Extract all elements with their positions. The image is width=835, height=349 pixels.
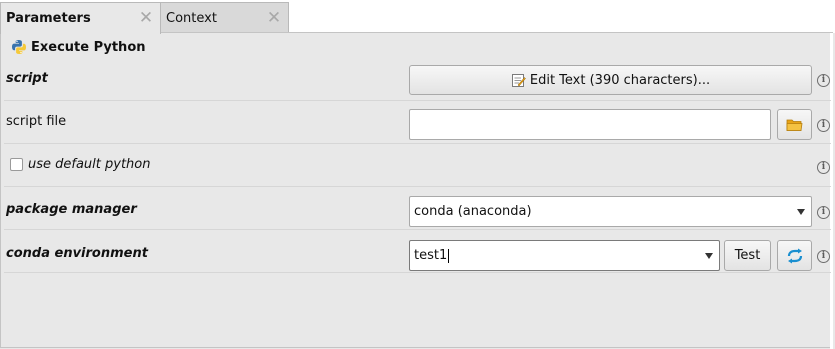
edit-text-button[interactable]: Edit Text (390 characters)... <box>409 65 812 95</box>
use-default-python-label: use default python <box>28 157 151 172</box>
algorithm-title: Execute Python <box>31 39 146 55</box>
package-manager-label: package manager <box>6 202 137 217</box>
test-button-label: Test <box>734 248 761 263</box>
chevron-down-icon <box>797 209 805 215</box>
parameters-panel: Execute Python script Edit Text (390 cha… <box>0 32 833 349</box>
script-file-label: script file <box>6 114 67 129</box>
row-script-file: script file i <box>4 101 831 144</box>
info-icon[interactable]: i <box>817 161 830 174</box>
edit-text-icon <box>511 73 526 87</box>
browse-button[interactable] <box>777 109 812 140</box>
algorithm-header: Execute Python <box>11 39 146 55</box>
tab-label: Parameters <box>6 11 91 26</box>
script-label: script <box>6 71 48 86</box>
script-file-input[interactable] <box>409 109 771 140</box>
edit-text-label: Edit Text (390 characters)... <box>529 72 711 88</box>
use-default-python-checkbox[interactable] <box>10 158 23 171</box>
tab-label: Context <box>166 10 217 26</box>
conda-environment-label: conda environment <box>6 246 148 261</box>
row-package-manager: package manager conda (anaconda) i <box>4 187 831 230</box>
tab-context[interactable]: Context ✕ <box>161 2 289 33</box>
info-icon[interactable]: i <box>817 119 830 132</box>
python-icon <box>12 40 26 54</box>
chevron-down-icon <box>705 253 713 259</box>
package-manager-select[interactable]: conda (anaconda) <box>409 196 812 227</box>
test-button[interactable]: Test <box>724 240 771 271</box>
conda-environment-value[interactable]: test1 <box>414 248 447 263</box>
tab-bar: Parameters ✕ Context ✕ <box>0 0 835 34</box>
info-icon[interactable]: i <box>817 74 830 87</box>
close-icon[interactable]: ✕ <box>132 10 160 27</box>
row-script: script Edit Text (390 characters)... i <box>4 58 831 101</box>
package-manager-value: conda (anaconda) <box>414 204 532 219</box>
close-icon[interactable]: ✕ <box>260 9 288 27</box>
refresh-button[interactable] <box>777 240 812 271</box>
info-icon[interactable]: i <box>817 250 830 263</box>
info-icon[interactable]: i <box>817 206 830 219</box>
tab-parameters[interactable]: Parameters ✕ <box>0 2 161 34</box>
text-cursor <box>448 248 450 263</box>
conda-environment-combo[interactable]: test1 <box>409 240 720 271</box>
refresh-icon <box>787 248 802 263</box>
row-use-default-python: use default python i <box>4 144 831 187</box>
folder-icon <box>786 119 803 131</box>
row-conda-environment: conda environment test1 Test i <box>4 230 831 273</box>
